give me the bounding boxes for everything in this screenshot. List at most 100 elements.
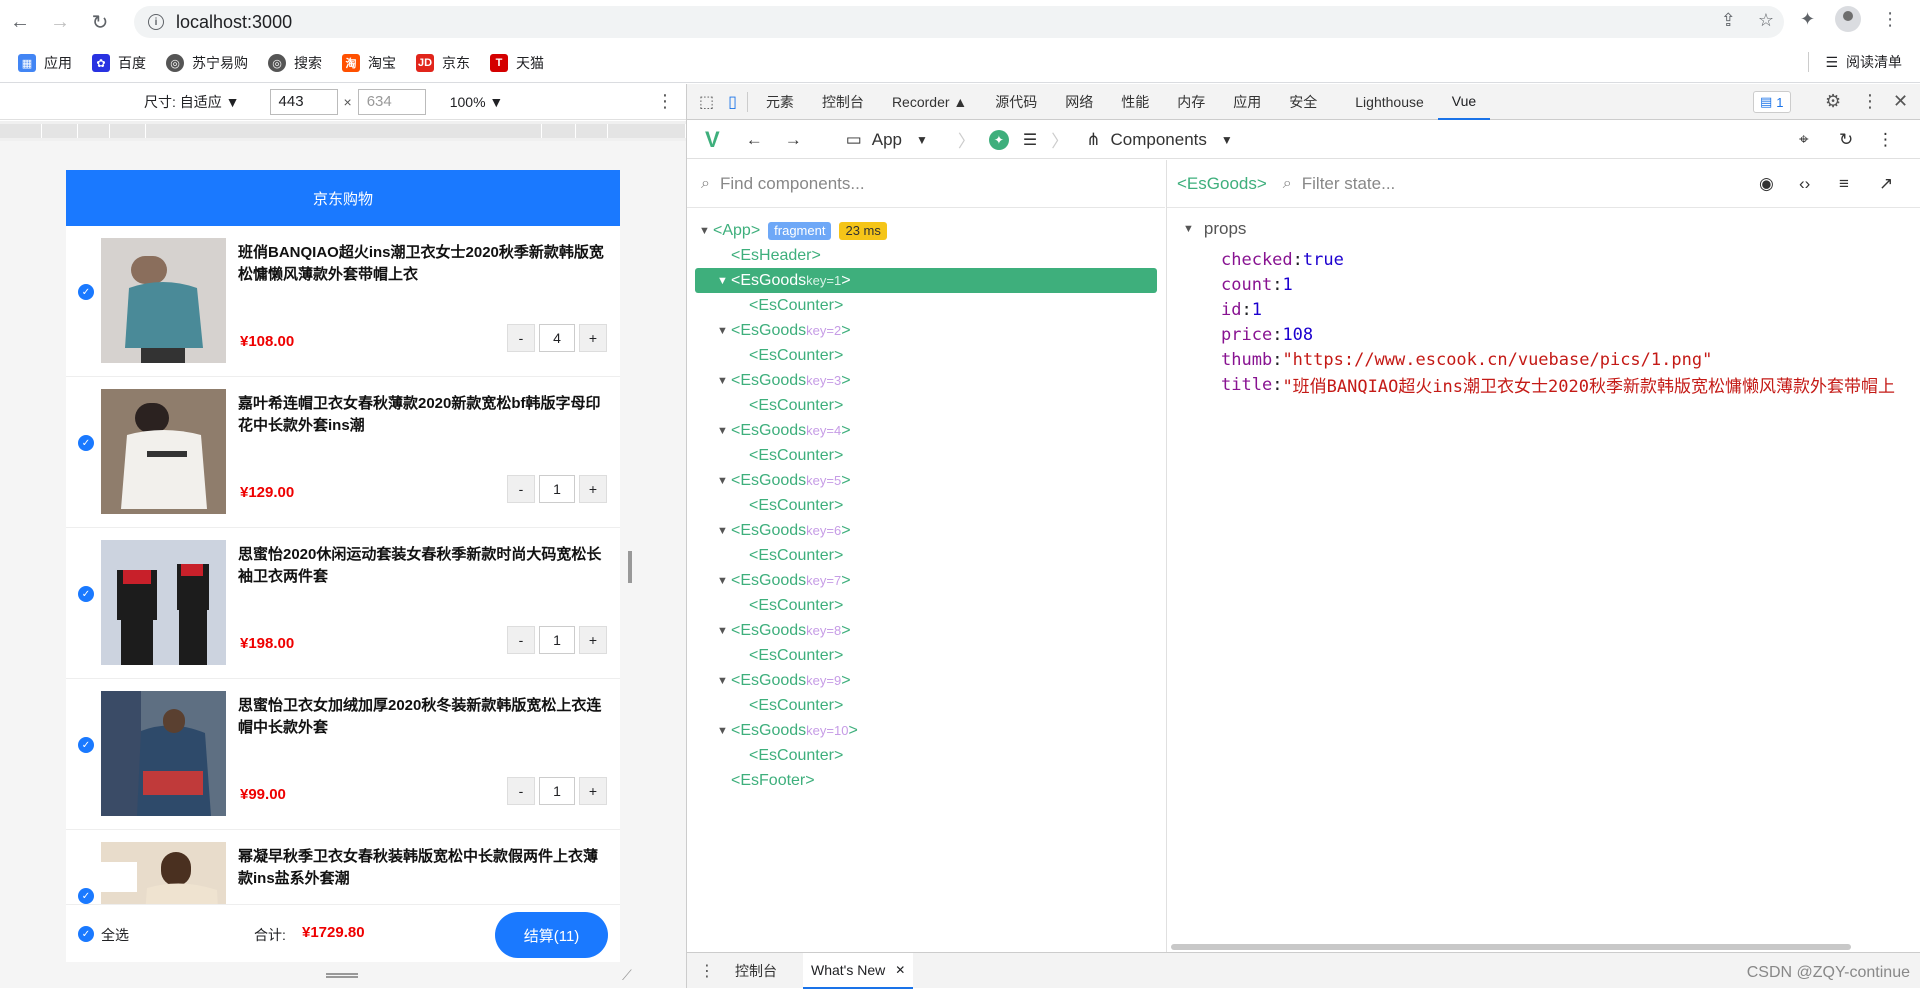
bookmark-search[interactable]: ◎搜索 [268,53,322,73]
expand-triangle-icon[interactable]: ▼ [717,525,731,537]
quantity-input[interactable]: 1 [539,777,575,805]
tree-node-esgoods[interactable]: ▼<EsGoods key=3> [695,368,1157,393]
vue-more-icon[interactable]: ⋮ [1877,130,1894,150]
bookmark-jd[interactable]: JD京东 [416,53,470,73]
tree-node-esgoods[interactable]: ▼<EsGoods key=1> [695,268,1157,293]
tab-network[interactable]: 网络 [1051,84,1107,120]
drawer-tab-whats-new[interactable]: What's New ✕ [803,953,913,989]
tree-node-escounter[interactable]: <EsCounter> [695,543,1157,568]
bookmark-baidu[interactable]: ✿百度 [92,53,146,73]
tree-node-esfooter[interactable]: <EsFooter> [695,768,1157,793]
open-in-editor-icon[interactable]: ↗ [1879,174,1893,194]
forward-icon[interactable]: → [40,0,80,44]
prop-row[interactable]: checked: true [1221,247,1920,272]
tab-memory[interactable]: 内存 [1163,84,1219,120]
ruler-segment[interactable] [542,124,576,138]
expand-triangle-icon[interactable]: ▼ [717,725,731,737]
prop-row[interactable]: count: 1 [1221,272,1920,297]
increment-button[interactable]: + [579,777,607,805]
ruler-segment[interactable] [608,124,686,138]
find-components-field[interactable]: ⌕ Find components... [687,160,1165,208]
drawer-tab-console[interactable]: 控制台 [735,961,777,981]
props-toggle[interactable]: ▼ props [1183,216,1920,241]
quantity-input[interactable]: 4 [539,324,575,352]
close-devtools-icon[interactable]: ✕ [1893,91,1908,112]
expand-triangle-icon[interactable]: ▼ [717,325,731,337]
tree-node-escounter[interactable]: <EsCounter> [695,493,1157,518]
increment-button[interactable]: + [579,626,607,654]
components-selector[interactable]: ⋔ Components ▼ [1086,130,1233,150]
media-query-ruler[interactable] [0,121,686,141]
prop-row[interactable]: price: 108 [1221,322,1920,347]
expand-triangle-icon[interactable]: ▼ [717,275,731,287]
resize-corner-icon[interactable]: ⟋ [622,967,632,984]
compass-icon[interactable]: ✦ [989,130,1009,150]
site-info-icon[interactable]: i [148,14,164,30]
zoom-dropdown[interactable]: 100% ▼ [450,94,504,110]
refresh-icon[interactable]: ↻ [1839,130,1853,150]
goods-checkbox[interactable]: ✓ [78,888,94,904]
filter-state-input[interactable]: Filter state... [1302,174,1396,194]
tree-node-escounter[interactable]: <EsCounter> [695,343,1157,368]
bookmark-taobao[interactable]: 淘淘宝 [342,53,396,73]
profile-avatar[interactable] [1835,6,1861,32]
drawer-more-icon[interactable]: ⋮ [699,961,715,981]
prop-row[interactable]: id: 1 [1221,297,1920,322]
decrement-button[interactable]: - [507,626,535,654]
increment-button[interactable]: + [579,475,607,503]
back-icon[interactable]: ← [0,0,40,44]
inspect-icon[interactable]: ⬚ [699,92,714,112]
tree-node-escounter[interactable]: <EsCounter> [695,293,1157,318]
tree-node-esgoods[interactable]: ▼<EsGoods key=4> [695,418,1157,443]
expand-triangle-icon[interactable]: ▼ [699,225,713,237]
resize-handle-right[interactable] [628,551,632,583]
expand-triangle-icon[interactable]: ▼ [717,625,731,637]
device-more-icon[interactable]: ⋮ [656,91,674,112]
goods-checkbox[interactable]: ✓ [78,737,94,753]
goods-checkbox[interactable]: ✓ [78,284,94,300]
decrement-button[interactable]: - [507,324,535,352]
menu-kebab-icon[interactable]: ⋮ [1881,9,1899,30]
expand-triangle-icon[interactable]: ▼ [717,375,731,387]
bookmark-apps[interactable]: ▦应用 [18,53,72,73]
timeline-icon[interactable]: ☰ [1023,130,1037,150]
prop-row[interactable]: title: "班俏BANQIAO超火ins潮卫衣女士2020秋季新款韩版宽松慵… [1221,372,1920,397]
expand-triangle-icon[interactable]: ▼ [717,425,731,437]
back-arrow-icon[interactable]: ← [746,130,763,150]
tree-node-escounter[interactable]: <EsCounter> [695,643,1157,668]
tree-node-esgoods[interactable]: ▼<EsGoods key=2> [695,318,1157,343]
ruler-segment[interactable] [42,124,78,138]
expand-triangle-icon[interactable]: ▼ [717,475,731,487]
tree-node-escounter[interactable]: <EsCounter> [695,393,1157,418]
forward-arrow-icon[interactable]: → [785,130,802,150]
expand-triangle-icon[interactable]: ▼ [717,575,731,587]
select-all-checkbox[interactable]: ✓ [78,926,94,942]
tree-node-escounter[interactable]: <EsCounter> [695,693,1157,718]
resize-handle-bottom[interactable] [326,973,358,978]
share-icon[interactable]: ⇪ [1721,10,1736,31]
ruler-segment[interactable] [110,124,146,138]
code-icon[interactable]: ‹› [1799,174,1810,194]
tree-node-esgoods[interactable]: ▼<EsGoods key=7> [695,568,1157,593]
quantity-input[interactable]: 1 [539,626,575,654]
tab-sources[interactable]: 源代码 [981,84,1051,120]
tree-node-escounter[interactable]: <EsCounter> [695,443,1157,468]
ruler-segment[interactable] [576,124,608,138]
device-toggle-icon[interactable]: ▯ [728,92,737,112]
tab-security[interactable]: 安全 [1275,84,1331,120]
tab-performance[interactable]: 性能 [1107,84,1163,120]
goods-checkbox[interactable]: ✓ [78,435,94,451]
tree-node-app[interactable]: ▼<App>fragment23 ms [695,218,1157,243]
tab-elements[interactable]: 元素 [752,84,808,120]
tab-recorder[interactable]: Recorder ▲ [878,84,981,120]
reading-list[interactable]: ☰ 阅读清单 [1808,52,1902,72]
device-width-input[interactable]: 443 [270,89,338,115]
close-tab-icon[interactable]: ✕ [895,963,905,977]
tab-console[interactable]: 控制台 [808,84,878,120]
select-all-label[interactable]: 全选 [101,925,129,945]
device-height-input[interactable]: 634 [358,89,426,115]
tab-application[interactable]: 应用 [1219,84,1275,120]
extensions-icon[interactable]: ✦ [1800,9,1815,30]
goods-checkbox[interactable]: ✓ [78,586,94,602]
decrement-button[interactable]: - [507,777,535,805]
